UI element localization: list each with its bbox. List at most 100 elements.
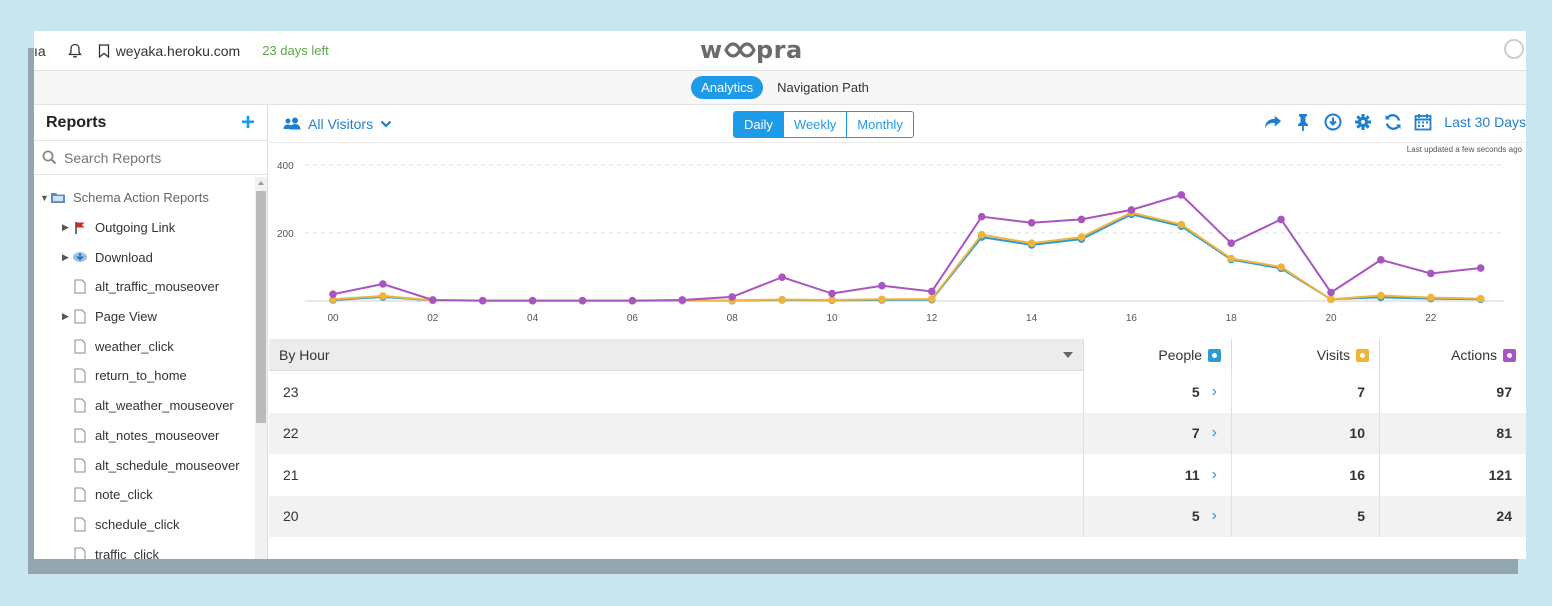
data-point-actions: [678, 296, 687, 304]
share-icon[interactable]: [1264, 113, 1282, 131]
period-toggle: Daily Weekly Monthly: [733, 111, 914, 138]
app-window: ıa weyaka.heroku.com 23 days left w pra …: [34, 31, 1526, 559]
tree-item-label: note_click: [95, 487, 153, 503]
add-report-button[interactable]: +: [241, 110, 255, 135]
data-point-actions: [728, 293, 736, 301]
y-tick-label: 200: [277, 229, 294, 240]
x-tick-label: 04: [527, 313, 539, 324]
tree-item-alt-weather-mouseover[interactable]: alt_weather_mouseover: [34, 391, 256, 421]
tree-item-label: alt_weather_mouseover: [95, 398, 234, 414]
sidebar-scrollbar[interactable]: [255, 177, 267, 559]
tree-item-label: alt_schedule_mouseover: [95, 457, 240, 473]
tree-item-outgoing-link[interactable]: ▶ Outgoing Link: [34, 213, 256, 243]
data-point-actions: [578, 296, 587, 305]
pin-icon[interactable]: [1294, 113, 1312, 131]
tree-item-download[interactable]: ▶ Download: [34, 242, 256, 272]
search-icon[interactable]: [1504, 39, 1524, 59]
people-series-toggle-icon[interactable]: [1208, 348, 1221, 362]
group-by-dropdown[interactable]: By Hour: [269, 339, 1083, 371]
caret-right-icon[interactable]: ▶: [62, 222, 72, 233]
svg-text:w: w: [700, 36, 723, 64]
people-value: 11: [1184, 466, 1200, 483]
column-header-people[interactable]: People: [1083, 339, 1231, 371]
column-label: Actions: [1451, 347, 1497, 363]
calendar-icon[interactable]: [1414, 113, 1432, 131]
row-visits: 7: [1231, 371, 1379, 413]
tree-item-label: Schema Action Reports: [73, 190, 209, 206]
caret-right-icon[interactable]: ▶: [62, 252, 72, 263]
data-point-visits: [1377, 291, 1385, 300]
x-tick-label: 22: [1425, 313, 1437, 324]
download-circle-icon[interactable]: [1324, 113, 1342, 131]
table-row[interactable]: 22 7 › 10 81: [269, 412, 1526, 454]
table-row[interactable]: 21 11 › 16 121: [269, 454, 1526, 496]
period-monthly-button[interactable]: Monthly: [846, 112, 913, 137]
x-tick-label: 20: [1325, 313, 1337, 324]
caret-down-icon[interactable]: ▼: [40, 193, 50, 203]
chevron-right-icon[interactable]: ›: [1212, 383, 1217, 401]
gear-icon[interactable]: [1354, 113, 1372, 131]
row-actions: 97: [1379, 371, 1526, 413]
x-tick-label: 06: [627, 313, 639, 324]
data-point-actions: [1427, 269, 1435, 278]
data-point-actions: [1476, 264, 1485, 272]
tree-item-alt-traffic-mouseover[interactable]: alt_traffic_mouseover: [34, 272, 256, 302]
tree-item-alt-notes-mouseover[interactable]: alt_notes_mouseover: [34, 421, 256, 451]
actions-series-toggle-icon[interactable]: [1503, 348, 1516, 362]
x-tick-label: 12: [926, 313, 938, 324]
caret-right-icon[interactable]: ▶: [62, 311, 72, 322]
page-icon: [72, 516, 88, 532]
row-visits: 10: [1231, 412, 1379, 454]
bell-icon[interactable]: [67, 43, 82, 59]
chevron-right-icon[interactable]: ›: [1212, 507, 1217, 525]
column-header-actions[interactable]: Actions: [1379, 339, 1526, 371]
table-row-partial[interactable]: [269, 537, 1526, 559]
bookmark-icon[interactable]: [98, 43, 110, 58]
tree-item-schedule-click[interactable]: schedule_click: [34, 510, 256, 540]
data-point-visits: [828, 296, 836, 304]
tree-item-page-view[interactable]: ▶ Page View: [34, 302, 256, 332]
chevron-right-icon[interactable]: ›: [1212, 466, 1217, 484]
tab-analytics[interactable]: Analytics: [691, 76, 764, 99]
column-label: People: [1158, 347, 1202, 363]
domain-link[interactable]: weyaka.heroku.com: [116, 43, 241, 59]
scroll-up-icon[interactable]: [258, 181, 264, 185]
page-icon: [72, 487, 88, 503]
tree-item-traffic-click[interactable]: traffic_click: [34, 539, 256, 559]
refresh-icon[interactable]: [1384, 113, 1402, 131]
chevron-right-icon[interactable]: ›: [1212, 424, 1217, 442]
woopra-logo: w pra: [700, 36, 812, 72]
table-row[interactable]: 20 5 › 5 24: [269, 495, 1526, 537]
tree-item-note-click[interactable]: note_click: [34, 480, 256, 510]
data-point-actions: [628, 296, 637, 305]
report-toolbar: All Visitors Daily Weekly Monthly Last 3…: [269, 105, 1526, 143]
tree-item-return-to-home[interactable]: return_to_home: [34, 361, 256, 391]
row-people[interactable]: 7 ›: [1083, 412, 1231, 454]
period-daily-button[interactable]: Daily: [734, 112, 783, 137]
data-point-visits: [878, 295, 886, 304]
row-people[interactable]: 5 ›: [1083, 371, 1231, 413]
column-header-visits[interactable]: Visits: [1231, 339, 1379, 371]
page-icon: [72, 546, 88, 559]
tree-item-label: schedule_click: [95, 516, 180, 532]
data-point-visits: [977, 230, 986, 239]
date-range-selector[interactable]: Last 30 Days: [1444, 114, 1526, 130]
visits-series-toggle-icon[interactable]: [1356, 348, 1369, 362]
page-icon: [72, 457, 88, 473]
row-visits: 5: [1231, 495, 1379, 537]
table-row[interactable]: 23 5 › 7 97: [269, 371, 1526, 413]
tree-item-weather-click[interactable]: weather_click: [34, 331, 256, 361]
search-reports-input[interactable]: [64, 149, 234, 166]
tree-folder-schema-action-reports[interactable]: ▼ Schema Action Reports: [34, 183, 256, 213]
scrollbar-thumb[interactable]: [256, 191, 266, 423]
tab-navigation-path[interactable]: Navigation Path: [777, 80, 869, 95]
row-people[interactable]: 5 ›: [1083, 495, 1231, 537]
search-icon: [42, 150, 57, 165]
period-weekly-button[interactable]: Weekly: [782, 112, 847, 137]
hourly-line-chart: 200 400 00 02 04 06 08 10 12 14 16 18 20 22: [277, 161, 1504, 324]
row-people[interactable]: 11 ›: [1083, 454, 1231, 496]
tree-item-alt-schedule-mouseover[interactable]: alt_schedule_mouseover: [34, 450, 256, 480]
data-point-actions: [1377, 256, 1385, 264]
data-point-actions: [528, 296, 537, 305]
segment-selector[interactable]: All Visitors: [283, 116, 392, 132]
